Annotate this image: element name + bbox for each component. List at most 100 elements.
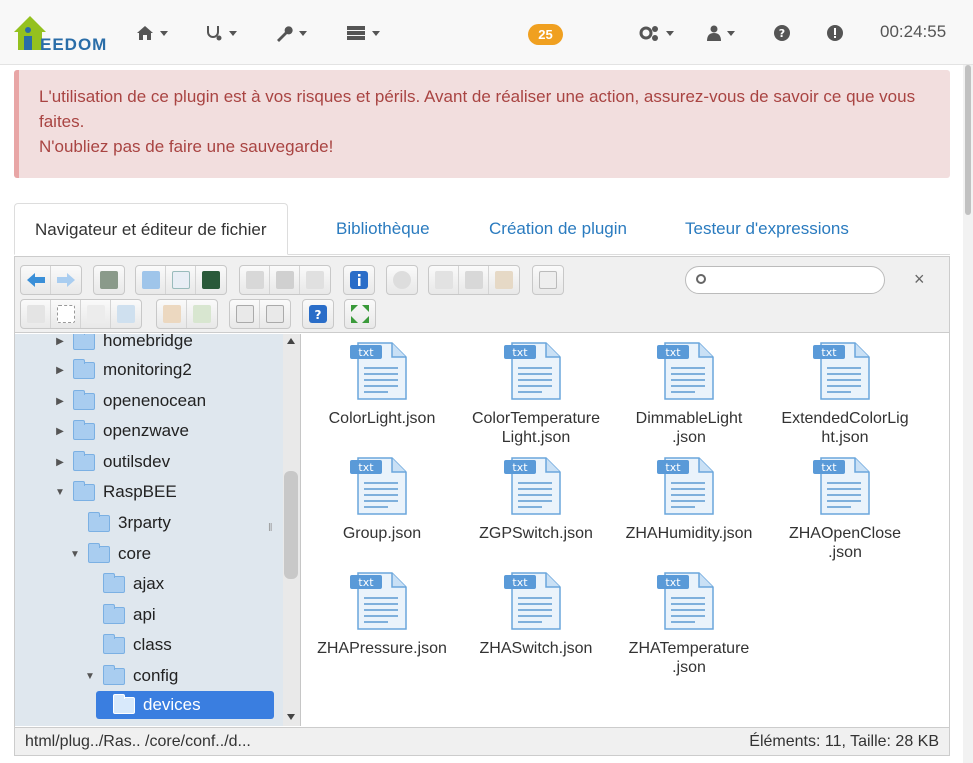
collapse-arrow-icon[interactable]: ▼ (85, 671, 95, 682)
expand-arrow-icon[interactable]: ▶ (55, 396, 65, 407)
chevron-down-icon (299, 30, 307, 36)
tab-expression-tester[interactable]: Testeur d'expressions (665, 203, 869, 255)
nav-tools-menu[interactable] (275, 22, 307, 44)
tab-library[interactable]: Bibliothèque (316, 203, 450, 255)
file-item[interactable]: txt ColorLight.json (302, 334, 462, 444)
folder-icon (103, 603, 125, 624)
file-item[interactable]: txt ZGPSwitch.json (456, 449, 616, 559)
new-folder-button[interactable] (136, 266, 166, 294)
nav-analysis-menu[interactable] (205, 22, 237, 44)
close-icon[interactable]: × (914, 269, 925, 290)
scroll-down-icon[interactable] (287, 714, 295, 720)
collapse-arrow-icon[interactable]: ▼ (55, 487, 65, 498)
collapse-arrow-icon[interactable]: ▼ (70, 549, 80, 560)
expand-arrow-icon[interactable]: ▶ (55, 365, 65, 376)
search-input[interactable] (712, 271, 877, 291)
paste-button[interactable] (489, 266, 519, 294)
nav-home-menu[interactable] (136, 22, 168, 44)
back-button[interactable] (21, 266, 51, 294)
file-item[interactable]: txt ZHAPressure.json (302, 564, 462, 674)
notification-badge[interactable]: 25 (528, 24, 563, 45)
tree-item-label: outilsdev (103, 452, 171, 471)
svg-text:txt: txt (512, 461, 528, 474)
nav-settings-menu[interactable] (638, 22, 674, 44)
nav-plugins-menu[interactable] (346, 22, 380, 44)
copy-button[interactable] (429, 266, 459, 294)
info-group (343, 265, 375, 295)
tree-item-label: monitoring2 (103, 360, 192, 379)
archive-button[interactable] (533, 266, 563, 294)
select-button[interactable] (300, 266, 330, 294)
alerts-button[interactable] (827, 22, 843, 44)
txt-file-icon: txt (657, 572, 714, 630)
file-item[interactable]: txt ColorTemperature Light.json (456, 334, 616, 446)
nav-user-menu[interactable] (707, 22, 735, 44)
file-item[interactable]: txt ExtendedColorLig ht.json (765, 334, 925, 446)
tree-item-devices[interactable]: devices (96, 691, 274, 719)
edit-button[interactable] (81, 300, 111, 328)
extract-button[interactable] (157, 300, 187, 328)
tree-item-openenocean[interactable]: ▶ openenocean (55, 387, 206, 415)
disk-button[interactable] (270, 266, 300, 294)
tree-item-monitoring2[interactable]: ▶ monitoring2 (55, 356, 192, 384)
tree-item-homebridge[interactable]: ▶ homebridge (55, 334, 193, 355)
file-item[interactable]: txt ZHASwitch.json (456, 564, 616, 674)
splitter-handle-icon[interactable]: ‖ (268, 522, 273, 534)
cut-button[interactable] (459, 266, 489, 294)
expand-arrow-icon[interactable]: ▶ (55, 457, 65, 468)
tree-item-config[interactable]: ▼ config (85, 662, 178, 690)
new-folder-icon (141, 271, 160, 289)
tab-plugin-creation[interactable]: Création de plugin (469, 203, 647, 255)
help-button[interactable]: ? (774, 22, 790, 44)
download-button[interactable] (187, 300, 217, 328)
select-all-button[interactable] (51, 300, 81, 328)
tree-item-label: class (133, 635, 172, 654)
duplicate-button[interactable] (21, 300, 51, 328)
home-drive-button[interactable] (94, 266, 124, 294)
new-file-icon (171, 271, 190, 289)
resize-button[interactable] (111, 300, 141, 328)
file-item[interactable]: txt ZHATemperature .json (609, 564, 769, 676)
fm-help-button[interactable]: ? (303, 300, 333, 328)
preview-button[interactable] (387, 266, 417, 294)
tree-item-label: core (118, 544, 152, 563)
file-item[interactable]: txt ZHAOpenClose .json (765, 449, 925, 561)
file-item[interactable]: txt ZHAHumidity.json (609, 449, 769, 559)
file-item[interactable]: txt DimmableLight .json (609, 334, 769, 446)
tree-item-label: openzwave (103, 421, 190, 440)
info-button[interactable] (344, 266, 374, 294)
icon-view-button[interactable] (260, 300, 290, 328)
file-item[interactable]: txt Group.json (302, 449, 462, 559)
tree-item-openzwave[interactable]: ▶ openzwave (55, 417, 189, 445)
tree-item-raspbee[interactable]: ▼ RaspBEE (55, 478, 177, 506)
tree-item-outilsdev[interactable]: ▶ outilsdev (55, 448, 170, 476)
file-name: ZGPSwitch.json (479, 525, 593, 542)
tree-item-core[interactable]: ▼ core (70, 540, 151, 568)
fullscreen-group (344, 299, 376, 329)
list-view-button[interactable] (230, 300, 260, 328)
duplicate-icon (26, 305, 45, 323)
tree-item-api[interactable]: api (85, 601, 156, 629)
scroll-up-icon[interactable] (287, 338, 295, 344)
txt-file-icon: txt (657, 342, 714, 400)
scroll-thumb[interactable] (284, 471, 298, 579)
tab-file-browser[interactable]: Navigateur et éditeur de fichier (14, 203, 288, 255)
tree-scrollbar[interactable] (283, 334, 300, 726)
page-scroll-thumb[interactable] (965, 65, 971, 215)
edit-icon (86, 305, 105, 323)
forward-button[interactable] (51, 266, 81, 294)
save-button[interactable] (196, 266, 226, 294)
tree-item-3rparty[interactable]: 3rparty (70, 509, 171, 537)
fullscreen-button[interactable] (345, 300, 375, 328)
search-box[interactable] (685, 266, 885, 294)
open-button[interactable] (240, 266, 270, 294)
file-name: ZHAPressure.json (317, 640, 447, 657)
page-scrollbar[interactable] (963, 65, 973, 763)
expand-arrow-icon[interactable]: ▶ (55, 426, 65, 437)
new-file-button[interactable] (166, 266, 196, 294)
expand-arrow-icon[interactable]: ▶ (55, 336, 65, 347)
tree-item-ajax[interactable]: ajax (85, 570, 164, 598)
tree-item-class[interactable]: class (85, 631, 172, 659)
archive-icon (539, 271, 557, 289)
folder-icon (103, 633, 125, 654)
